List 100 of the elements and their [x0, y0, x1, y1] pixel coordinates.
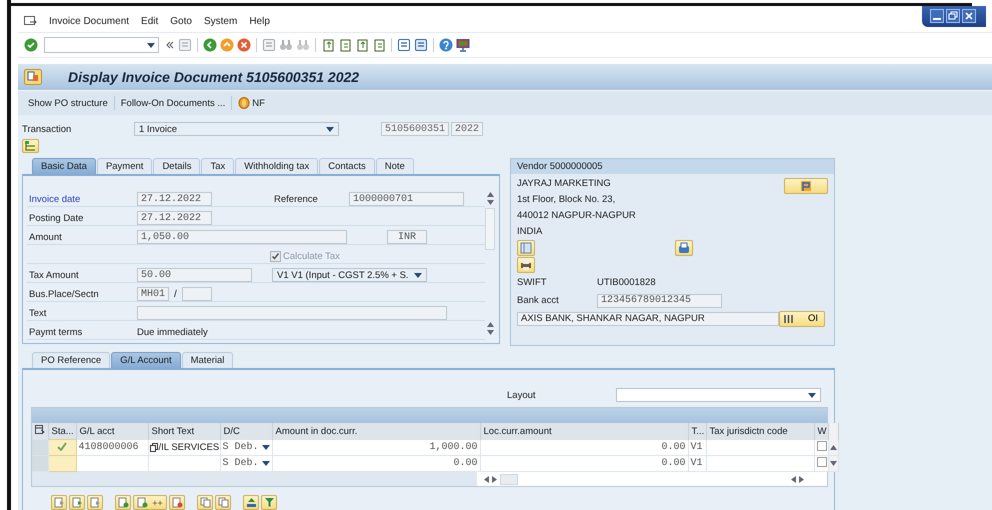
screen-title: Display Invoice Document 5105600351 2022: [68, 69, 360, 85]
layout-toggle-button[interactable]: [22, 139, 39, 153]
monitor-icon[interactable]: [456, 38, 470, 52]
field-label: Layout: [507, 390, 536, 400]
column-header[interactable]: Amount in doc.curr.: [272, 423, 480, 440]
field-label: Tax Amount: [28, 270, 80, 280]
coin-icon: [238, 97, 250, 109]
help-icon[interactable]: [439, 38, 453, 52]
toolbar-button[interactable]: [169, 495, 185, 510]
minimize-icon[interactable]: [930, 9, 944, 23]
toolbar-button[interactable]: [243, 495, 259, 510]
tab[interactable]: Tax: [201, 158, 234, 174]
scroll-thumb[interactable]: [500, 474, 518, 484]
tab[interactable]: PO Reference: [32, 352, 110, 368]
book-icon: [520, 242, 532, 254]
field-label: Transaction: [22, 124, 72, 134]
menu-item[interactable]: System: [204, 16, 238, 26]
fax-icon: [678, 242, 690, 254]
column-header[interactable]: T...: [688, 423, 706, 440]
caret-icon: [262, 461, 270, 466]
filter-icon: [264, 497, 274, 508]
caret-icon: [414, 272, 422, 278]
menu-item[interactable]: Invoice Document: [49, 16, 130, 26]
tab[interactable]: Note: [376, 158, 414, 174]
scroll-right-icon[interactable]: [799, 476, 804, 482]
menu-icon[interactable]: [24, 16, 37, 26]
debit-credit-dropdown[interactable]: S Deb.: [220, 456, 272, 472]
address-line: INDIA: [517, 226, 544, 237]
command-field[interactable]: [44, 37, 159, 53]
caret-icon: [808, 392, 816, 398]
tab[interactable]: Contacts: [319, 158, 375, 174]
toolbar-button[interactable]: [51, 495, 67, 510]
tab[interactable]: G/L Account: [111, 352, 181, 368]
flag-icon: [800, 180, 812, 192]
column-header[interactable]: G/L acct: [76, 423, 148, 440]
tab[interactable]: Details: [153, 158, 200, 174]
checkbox[interactable]: [816, 457, 826, 467]
scroll-down-icon[interactable]: [486, 330, 494, 335]
page-icon[interactable]: [338, 38, 352, 52]
open-items-button[interactable]: OI: [779, 310, 825, 326]
toolbar-button[interactable]: [197, 495, 213, 510]
scroll-down-icon[interactable]: [486, 200, 494, 205]
menu-item[interactable]: Goto: [170, 16, 192, 26]
toolbar-button[interactable]: [215, 495, 231, 510]
swift-code-text: UTIB0001828: [597, 277, 656, 288]
cancel-icon[interactable]: [237, 38, 251, 52]
tab[interactable]: Material: [182, 352, 234, 368]
field-label: Invoice date: [28, 194, 82, 204]
window-icon: [414, 38, 428, 52]
toolbar-button[interactable]: [261, 495, 277, 510]
table-cell: /IL SERVICES: [148, 440, 220, 456]
transaction-dropdown[interactable]: 1 Invoice: [134, 122, 339, 136]
back-icon[interactable]: [203, 38, 217, 52]
column-header[interactable]: Tax jurisdictn code: [706, 423, 814, 440]
icon-button[interactable]: [517, 240, 535, 256]
row-icon: [72, 497, 82, 508]
scroll-up-icon[interactable]: [830, 444, 836, 450]
column-header[interactable]: D/C: [220, 423, 272, 440]
scroll-down-icon[interactable]: [830, 461, 836, 466]
chevrons-icon[interactable]: [165, 40, 175, 50]
tab[interactable]: Basic Data: [32, 158, 96, 174]
close-icon[interactable]: [962, 9, 976, 23]
table-cell: 1,000.00: [272, 440, 480, 456]
menu-item[interactable]: Edit: [141, 16, 158, 26]
separator-text: /: [174, 288, 177, 300]
tax-code-dropdown[interactable]: V1 V1 (Input - CGST 2.5% + S.: [272, 268, 427, 282]
column-header[interactable]: Sta...: [48, 423, 76, 440]
table-settings-icon[interactable]: [35, 425, 45, 434]
toolbar-button[interactable]: Show PO structure: [22, 96, 114, 110]
page-icon[interactable]: [321, 38, 335, 52]
icon-button[interactable]: [517, 257, 535, 273]
checkbox[interactable]: [816, 440, 826, 451]
toolbar-button[interactable]: ++: [133, 495, 167, 510]
address-line: 1st Floor, Block No. 23,: [517, 194, 616, 205]
toolbar-button[interactable]: NF: [232, 95, 271, 111]
scroll-left-icon[interactable]: [791, 476, 796, 482]
bars-icon: [784, 314, 793, 324]
page-icon[interactable]: [372, 38, 386, 52]
column-header[interactable]: W: [814, 423, 828, 440]
menu-item[interactable]: Help: [249, 16, 270, 26]
page-icon[interactable]: [355, 38, 369, 52]
restore-icon[interactable]: [946, 9, 960, 23]
toolbar-button[interactable]: Follow-On Documents ...: [114, 96, 232, 110]
tab[interactable]: Withholding tax: [235, 158, 318, 174]
toolbar-button[interactable]: [69, 495, 85, 510]
scroll-left-icon[interactable]: [484, 476, 489, 482]
vendor-details-button[interactable]: [784, 178, 828, 194]
checkmark-icon[interactable]: [24, 38, 38, 52]
debit-credit-dropdown[interactable]: S Deb.: [220, 440, 272, 456]
column-header[interactable]: Loc.curr.amount: [480, 423, 688, 440]
toolbar-button[interactable]: [87, 495, 103, 510]
toolbar-button[interactable]: [115, 495, 131, 510]
column-header[interactable]: Short Text: [148, 423, 220, 440]
scroll-up-icon[interactable]: [486, 322, 494, 327]
address-line: JAYRAJ MARKETING: [517, 178, 612, 189]
window-icon: [397, 38, 411, 52]
scroll-right-icon[interactable]: [492, 476, 497, 482]
icon-button[interactable]: [675, 240, 693, 256]
tab[interactable]: Payment: [96, 158, 152, 174]
scroll-up-icon[interactable]: [486, 192, 494, 197]
